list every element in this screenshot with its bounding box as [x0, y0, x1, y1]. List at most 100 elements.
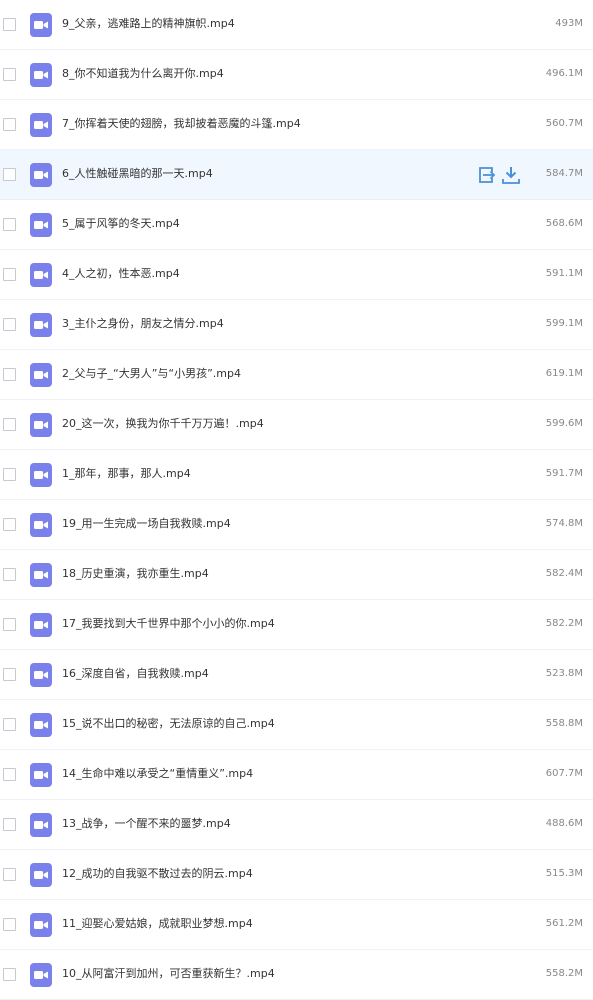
row-checkbox[interactable]: [3, 18, 16, 31]
file-name[interactable]: 10_从阿富汗到加州，可否重获新生？.mp4: [62, 966, 275, 982]
video-file-icon: [30, 63, 52, 87]
video-file-icon: [30, 213, 52, 237]
file-size: 515.3M: [545, 868, 583, 879]
file-name[interactable]: 20_这一次，换我为你千千万万遍！.mp4: [62, 416, 264, 432]
download-icon[interactable]: [500, 164, 522, 186]
video-file-icon: [30, 913, 52, 937]
file-name[interactable]: 12_成功的自我驱不散过去的阴云.mp4: [62, 866, 253, 882]
row-checkbox[interactable]: [3, 968, 16, 981]
file-name[interactable]: 7_你挥着天使的翅膀，我却披着恶魔的斗篷.mp4: [62, 116, 301, 132]
file-size: 619.1M: [545, 368, 583, 379]
file-size: 582.2M: [545, 618, 583, 629]
file-size: 582.4M: [545, 568, 583, 579]
file-row[interactable]: 12_成功的自我驱不散过去的阴云.mp4 515.3M: [0, 850, 593, 900]
file-row[interactable]: 19_用一生完成一场自我救赎.mp4 574.8M: [0, 500, 593, 550]
row-checkbox[interactable]: [3, 168, 16, 181]
video-file-icon: [30, 313, 52, 337]
file-size: 599.6M: [545, 418, 583, 429]
file-name[interactable]: 15_说不出口的秘密，无法原谅的自己.mp4: [62, 716, 275, 732]
row-checkbox[interactable]: [3, 468, 16, 481]
file-row[interactable]: 1_那年，那事，那人.mp4 591.7M: [0, 450, 593, 500]
video-file-icon: [30, 463, 52, 487]
file-size: 558.8M: [545, 718, 583, 729]
file-row[interactable]: 2_父与子_“大男人”与“小男孩”.mp4 619.1M: [0, 350, 593, 400]
file-name[interactable]: 16_深度自省，自我救赎.mp4: [62, 666, 209, 682]
file-name[interactable]: 4_人之初，性本恶.mp4: [62, 266, 180, 282]
video-file-icon: [30, 713, 52, 737]
file-name[interactable]: 18_历史重演，我亦重生.mp4: [62, 566, 209, 582]
video-file-icon: [30, 963, 52, 987]
file-row[interactable]: 4_人之初，性本恶.mp4 591.1M: [0, 250, 593, 300]
file-name[interactable]: 6_人性触碰黑暗的那一天.mp4: [62, 166, 213, 182]
video-file-icon: [30, 863, 52, 887]
file-size: 584.7M: [545, 168, 583, 179]
row-checkbox[interactable]: [3, 868, 16, 881]
file-size: 599.1M: [545, 318, 583, 329]
file-size: 591.1M: [545, 268, 583, 279]
file-name[interactable]: 11_迎娶心爱姑娘，成就职业梦想.mp4: [62, 916, 253, 932]
row-checkbox[interactable]: [3, 218, 16, 231]
file-name[interactable]: 8_你不知道我为什么离开你.mp4: [62, 66, 224, 82]
row-checkbox[interactable]: [3, 118, 16, 131]
video-file-icon: [30, 663, 52, 687]
file-name[interactable]: 9_父亲，逃难路上的精神旗帜.mp4: [62, 16, 235, 32]
share-icon[interactable]: [475, 164, 497, 186]
row-checkbox[interactable]: [3, 68, 16, 81]
row-checkbox[interactable]: [3, 668, 16, 681]
file-row[interactable]: 17_我要找到大千世界中那个小小的你.mp4 582.2M: [0, 600, 593, 650]
row-checkbox[interactable]: [3, 518, 16, 531]
file-name[interactable]: 2_父与子_“大男人”与“小男孩”.mp4: [62, 366, 241, 382]
video-file-icon: [30, 763, 52, 787]
video-file-icon: [30, 163, 52, 187]
file-size: 561.2M: [545, 918, 583, 929]
file-row[interactable]: 15_说不出口的秘密，无法原谅的自己.mp4 558.8M: [0, 700, 593, 750]
file-name[interactable]: 3_主仆之身份，朋友之情分.mp4: [62, 316, 224, 332]
file-row[interactable]: 8_你不知道我为什么离开你.mp4 496.1M: [0, 50, 593, 100]
video-file-icon: [30, 413, 52, 437]
video-file-icon: [30, 513, 52, 537]
video-file-icon: [30, 113, 52, 137]
file-row[interactable]: 6_人性触碰黑暗的那一天.mp4 584.7M: [0, 150, 593, 200]
row-checkbox[interactable]: [3, 418, 16, 431]
file-name[interactable]: 14_生命中难以承受之“重情重义”.mp4: [62, 766, 253, 782]
file-name[interactable]: 5_属于风筝的冬天.mp4: [62, 216, 180, 232]
video-file-icon: [30, 613, 52, 637]
video-file-icon: [30, 13, 52, 37]
file-name[interactable]: 17_我要找到大千世界中那个小小的你.mp4: [62, 616, 275, 632]
row-checkbox[interactable]: [3, 918, 16, 931]
file-size: 493M: [555, 18, 583, 29]
file-size: 523.8M: [545, 668, 583, 679]
video-file-icon: [30, 263, 52, 287]
file-row[interactable]: 11_迎娶心爱姑娘，成就职业梦想.mp4 561.2M: [0, 900, 593, 950]
file-size: 560.7M: [545, 118, 583, 129]
file-size: 607.7M: [545, 768, 583, 779]
file-row[interactable]: 7_你挥着天使的翅膀，我却披着恶魔的斗篷.mp4 560.7M: [0, 100, 593, 150]
file-row[interactable]: 14_生命中难以承受之“重情重义”.mp4 607.7M: [0, 750, 593, 800]
file-size: 568.6M: [545, 218, 583, 229]
row-checkbox[interactable]: [3, 618, 16, 631]
file-row[interactable]: 13_战争，一个醒不来的噩梦.mp4 488.6M: [0, 800, 593, 850]
file-name[interactable]: 1_那年，那事，那人.mp4: [62, 466, 191, 482]
video-file-icon: [30, 563, 52, 587]
file-name[interactable]: 19_用一生完成一场自我救赎.mp4: [62, 516, 231, 532]
file-row[interactable]: 20_这一次，换我为你千千万万遍！.mp4 599.6M: [0, 400, 593, 450]
row-checkbox[interactable]: [3, 318, 16, 331]
row-checkbox[interactable]: [3, 768, 16, 781]
file-row[interactable]: 5_属于风筝的冬天.mp4 568.6M: [0, 200, 593, 250]
file-size: 496.1M: [545, 68, 583, 79]
file-size: 591.7M: [545, 468, 583, 479]
file-list: 9_父亲，逃难路上的精神旗帜.mp4 493M 8_你不知道我为什么离开你.mp4 4…: [0, 0, 593, 1000]
row-checkbox[interactable]: [3, 368, 16, 381]
file-name[interactable]: 13_战争，一个醒不来的噩梦.mp4: [62, 816, 231, 832]
row-checkbox[interactable]: [3, 718, 16, 731]
row-checkbox[interactable]: [3, 568, 16, 581]
file-row[interactable]: 9_父亲，逃难路上的精神旗帜.mp4 493M: [0, 0, 593, 50]
video-file-icon: [30, 813, 52, 837]
file-row[interactable]: 3_主仆之身份，朋友之情分.mp4 599.1M: [0, 300, 593, 350]
row-checkbox[interactable]: [3, 818, 16, 831]
row-checkbox[interactable]: [3, 268, 16, 281]
file-row[interactable]: 16_深度自省，自我救赎.mp4 523.8M: [0, 650, 593, 700]
file-row[interactable]: 10_从阿富汗到加州，可否重获新生？.mp4 558.2M: [0, 950, 593, 1000]
file-row[interactable]: 18_历史重演，我亦重生.mp4 582.4M: [0, 550, 593, 600]
file-size: 488.6M: [545, 818, 583, 829]
